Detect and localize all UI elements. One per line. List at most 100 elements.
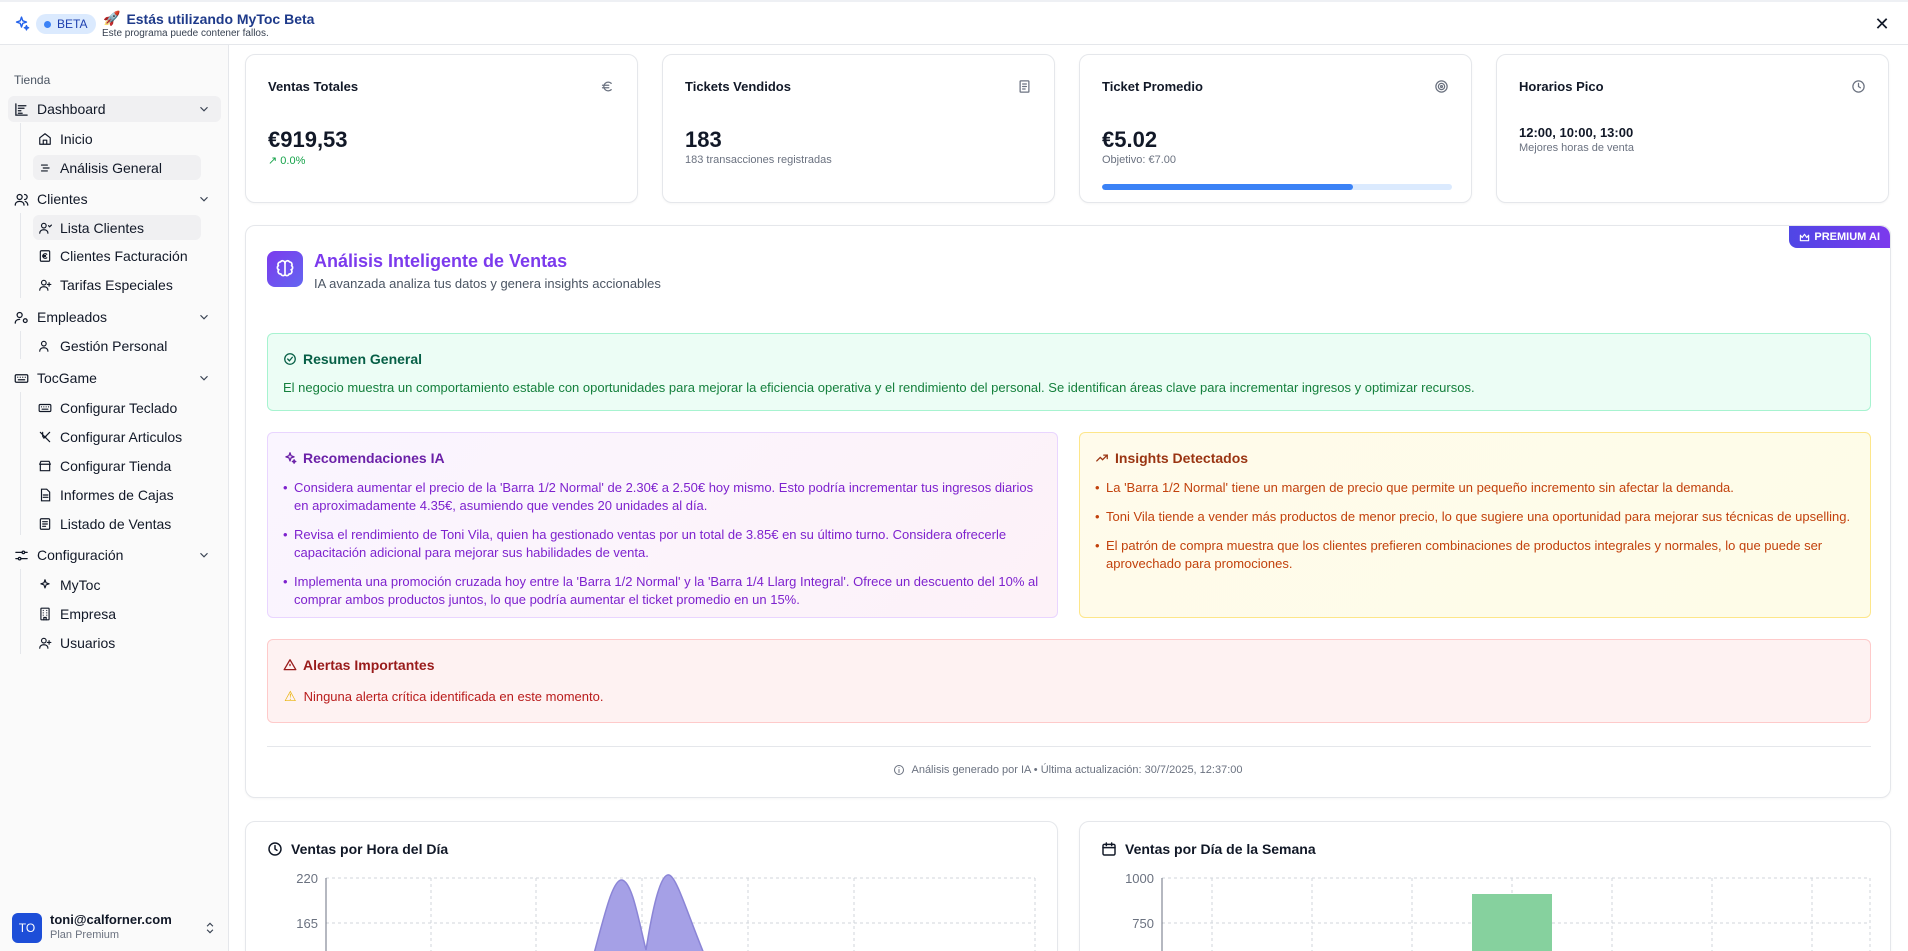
chevron-down-icon xyxy=(200,196,208,202)
sidebar-item-label: Lista Clientes xyxy=(60,219,145,236)
sidebar-item-lista-clientes[interactable]: Lista Clientes xyxy=(33,215,201,240)
kpi-sub: 183 transacciones registradas xyxy=(685,154,832,166)
sidebar-item-gestion-personal[interactable]: Gestión Personal xyxy=(33,333,201,358)
chevron-down-icon xyxy=(200,106,208,112)
close-banner-button[interactable]: ✕ xyxy=(1872,14,1892,34)
sidebar-item-tarifas-especiales[interactable]: Tarifas Especiales xyxy=(33,272,201,297)
sidebar-item-label: Usuarios xyxy=(60,634,116,651)
sidebar-group-clientes[interactable]: Clientes xyxy=(8,186,221,212)
kpi-card-ticket-promedio: Ticket Promedio €5.02 Objetivo: €7.00 xyxy=(1079,54,1472,203)
alerts-message: ⚠ Ninguna alerta crítica identificada en… xyxy=(284,688,603,705)
kpi-sub: Mejores horas de venta xyxy=(1519,142,1634,154)
sparkles-icon xyxy=(40,578,50,588)
sidebar-item-informes-de-cajas[interactable]: Informes de Cajas xyxy=(33,482,201,507)
recommendations-panel: Recomendaciones IA Considera aumentar el… xyxy=(267,432,1058,618)
sidebar-item-label: Análisis General xyxy=(60,159,162,176)
crown-icon xyxy=(1800,233,1810,241)
clock-icon xyxy=(1852,80,1865,93)
kpi-title: Ventas Totales xyxy=(268,79,359,94)
recommendations-list: Considera aumentar el precio de la 'Barr… xyxy=(283,479,1039,620)
sidebar-item-configurar-articulos[interactable]: Configurar Articulos xyxy=(33,424,201,449)
kpi-trend-text: 0.0% xyxy=(280,155,306,167)
sales-list-icon xyxy=(39,517,51,530)
sidebar-group-label: Clientes xyxy=(37,191,88,207)
target-icon xyxy=(1435,80,1448,93)
insights-heading: Insights Detectados xyxy=(1095,450,1248,466)
users-icon xyxy=(39,340,49,352)
list-item: Considera aumentar el precio de la 'Barr… xyxy=(283,479,1039,515)
sidebar-group-label: Empleados xyxy=(37,309,108,325)
user-icon xyxy=(39,637,52,649)
progress-fill xyxy=(1102,184,1353,190)
calendar-icon xyxy=(1102,842,1116,856)
sidebar-item-label: Listado de Ventas xyxy=(60,515,172,532)
y-tick-label: 750 xyxy=(1132,916,1154,931)
sidebar-item-listado-de-ventas[interactable]: Listado de Ventas xyxy=(33,511,201,536)
summary-panel: Resumen General El negocio muestra un co… xyxy=(267,333,1871,411)
premium-ai-badge: PREMIUM AI xyxy=(1789,226,1890,248)
user-menu[interactable]: TO toni@calforner.com Plan Premium xyxy=(12,911,217,945)
alerts-panel: Alertas Importantes ⚠ Ninguna alerta crí… xyxy=(267,639,1871,723)
kpi-sub: Objetivo: €7.00 xyxy=(1102,154,1176,166)
sidebar-item-usuarios[interactable]: Usuarios xyxy=(33,630,201,655)
sidebar: Tienda Dashboard Inicio Análisis General… xyxy=(0,45,229,951)
kpi-title: Horarios Pico xyxy=(1519,79,1604,94)
chart-card-weekday: Ventas por Día de la Semana 1000 750 xyxy=(1079,821,1891,951)
sidebar-item-label: Configurar Articulos xyxy=(60,428,183,445)
sidebar-group-tocgame[interactable]: TocGame xyxy=(8,365,221,391)
sparkles-icon xyxy=(285,452,297,464)
ai-title: Análisis Inteligente de Ventas xyxy=(314,251,568,271)
sidebar-item-label: Inicio xyxy=(60,130,93,147)
kpi-value: 183 xyxy=(685,127,722,152)
keyboard-icon xyxy=(14,373,29,383)
sidebar-item-analisis-general[interactable]: Análisis General xyxy=(33,155,201,180)
list-item: La 'Barra 1/2 Normal' tiene un margen de… xyxy=(1095,479,1852,497)
employees-icon xyxy=(14,311,28,324)
sidebar-group-empleados[interactable]: Empleados xyxy=(8,304,221,330)
summary-heading: Resumen General xyxy=(283,351,422,367)
insights-title: Insights Detectados xyxy=(1115,450,1249,466)
avatar: TO xyxy=(12,913,42,943)
sidebar-item-clientes-facturacion[interactable]: Clientes Facturación xyxy=(33,243,201,268)
beta-badge: BETA xyxy=(36,14,97,34)
sidebar-item-inicio[interactable]: Inicio xyxy=(33,126,201,151)
sidebar-group-configuracion[interactable]: Configuración xyxy=(8,542,221,568)
sidebar-group-label: Dashboard xyxy=(37,101,106,117)
sidebar-item-configurar-tienda[interactable]: Configurar Tienda xyxy=(33,453,201,478)
main-content: Ventas Totales €919,53 ↗ 0.0% Tickets Ve… xyxy=(229,45,1908,951)
target-progress-bar xyxy=(1102,184,1452,190)
sparkles-icon xyxy=(15,16,30,31)
beta-badge-label: BETA xyxy=(57,17,88,31)
trending-up-icon xyxy=(1096,454,1108,462)
clock-icon xyxy=(268,842,282,856)
utensils-icon xyxy=(39,431,51,442)
chevron-down-icon xyxy=(200,314,208,320)
chart-title-text: Ventas por Día de la Semana xyxy=(1125,841,1316,857)
list-icon xyxy=(40,164,50,171)
sidebar-group-dashboard[interactable]: Dashboard xyxy=(8,96,221,122)
sidebar-item-mytoc[interactable]: MyToc xyxy=(33,572,201,597)
kpi-trend: ↗ 0.0% xyxy=(268,154,305,167)
chart-title: Ventas por Hora del Día xyxy=(267,841,448,857)
kpi-value: €919,53 xyxy=(268,127,348,152)
sidebar-subtree-line xyxy=(20,331,21,359)
kpi-card-ventas-totales: Ventas Totales €919,53 ↗ 0.0% xyxy=(245,54,638,203)
y-tick-label: 1000 xyxy=(1125,872,1154,886)
insights-list: La 'Barra 1/2 Normal' tiene un margen de… xyxy=(1095,479,1852,584)
brain-icon xyxy=(267,251,303,287)
alert-triangle-icon xyxy=(283,659,297,671)
summary-title: Resumen General xyxy=(303,351,423,367)
warning-icon: ⚠ xyxy=(284,688,297,704)
premium-badge-label: PREMIUM AI xyxy=(1814,231,1880,243)
keyboard-icon xyxy=(38,403,52,412)
ai-subtitle: IA avanzada analiza tus datos y genera i… xyxy=(314,276,661,291)
y-tick-label: 220 xyxy=(296,872,318,886)
sidebar-item-empresa[interactable]: Empresa xyxy=(33,601,201,626)
sidebar-subtree-line xyxy=(20,213,21,298)
kpi-card-horarios-pico: Horarios Pico 12:00, 10:00, 13:00 Mejore… xyxy=(1496,54,1889,203)
beta-subtitle: Este programa puede contener fallos. xyxy=(102,28,269,39)
chart-title-text: Ventas por Hora del Día xyxy=(291,841,449,857)
sidebar-section-label: Tienda xyxy=(14,73,51,87)
ai-footer: Análisis generado por IA • Última actual… xyxy=(246,764,1890,776)
sidebar-item-configurar-teclado[interactable]: Configurar Teclado xyxy=(33,395,201,420)
